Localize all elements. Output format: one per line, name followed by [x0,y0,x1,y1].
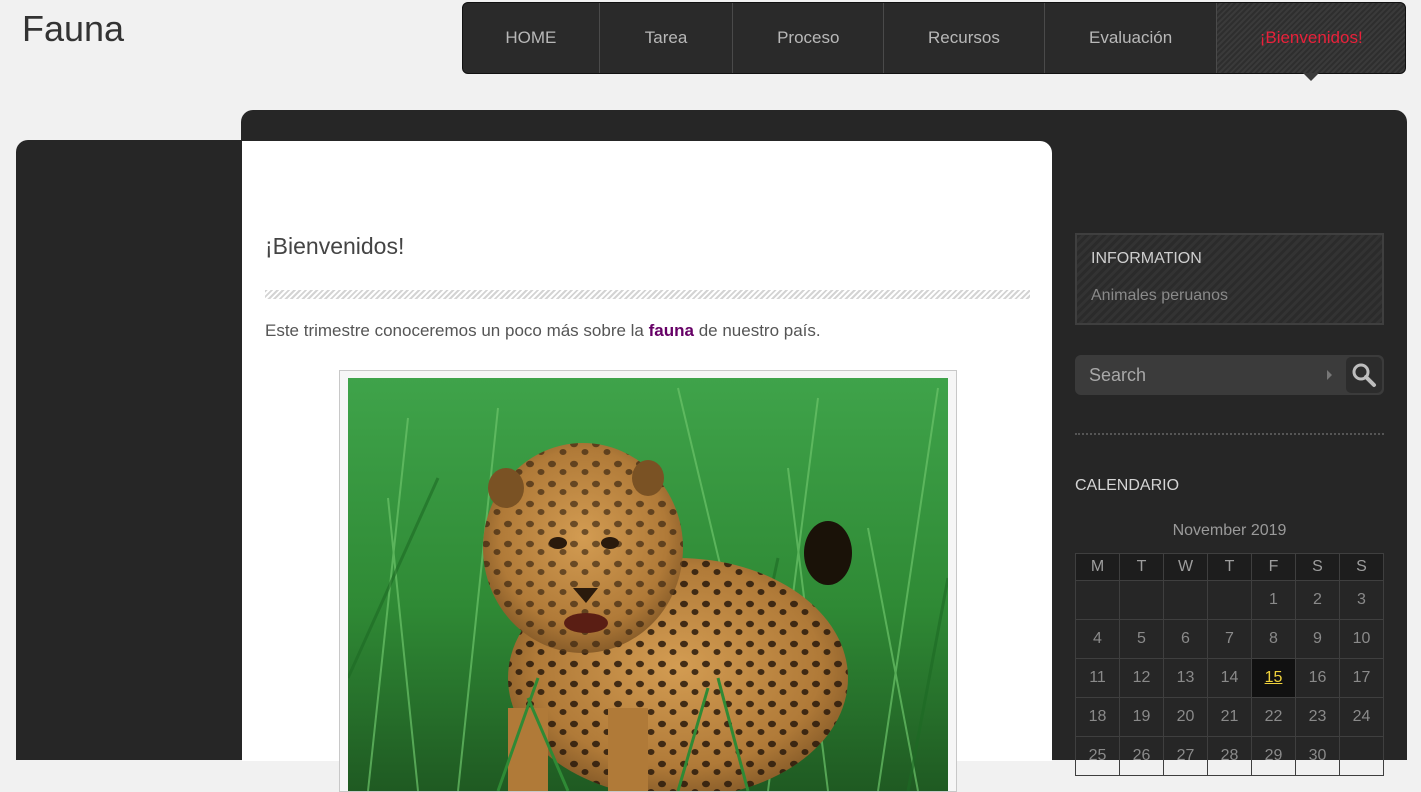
search-button[interactable] [1346,357,1382,393]
calendar-day: 16 [1295,658,1340,698]
calendar-day: 12 [1119,658,1164,698]
calendar-weekday-row: M T W T F S S [1075,553,1384,581]
main-nav: HOME Tarea Proceso Recursos Evaluación ¡… [462,2,1406,81]
search-input[interactable] [1075,355,1335,395]
calendar-day: 20 [1163,697,1208,737]
weekday-header: S [1295,553,1340,581]
calendar-table: M T W T F S S 1 2 3 4 5 6 7 8 9 10 11 12… [1075,553,1384,776]
calendar-day: 26 [1119,736,1164,776]
calendar-day: 1 [1251,580,1296,620]
calendar-day: 22 [1251,697,1296,737]
intro-paragraph: Este trimestre conoceremos un poco más s… [265,321,821,341]
calendar-week-row: 4 5 6 7 8 9 10 [1075,619,1384,659]
weekday-header: F [1251,553,1296,581]
calendar-week-row: 1 2 3 [1075,580,1384,620]
calendar-day: 6 [1163,619,1208,659]
intro-text-before: Este trimestre conoceremos un poco más s… [265,321,649,340]
weekday-header: S [1339,553,1384,581]
content-panel: ¡Bienvenidos! Este trimestre conoceremos… [242,141,1052,792]
calendar-day: 17 [1339,658,1384,698]
calendar-day: 25 [1075,736,1120,776]
calendar-title: CALENDARIO [1075,477,1180,494]
calendar-day: 8 [1251,619,1296,659]
page-heading: ¡Bienvenidos! [265,233,405,259]
calendar-day: 23 [1295,697,1340,737]
calendar-day [1339,736,1384,776]
calendar-day [1119,580,1164,620]
calendar-week-row: 25 26 27 28 29 30 [1075,736,1384,776]
heading-divider [265,290,1030,299]
calendar-day: 14 [1207,658,1252,698]
jaguar-photo [339,370,957,792]
jaguar-image [348,378,948,791]
calendar-day: 30 [1295,736,1340,776]
intro-text-after: de nuestro país. [693,321,821,340]
calendar-day: 4 [1075,619,1120,659]
calendar-day: 19 [1119,697,1164,737]
calendar-week-row: 11 12 13 14 15 16 17 [1075,658,1384,698]
nav-item-proceso[interactable]: Proceso [733,3,885,73]
calendar-day [1207,580,1252,620]
calendar-caption: November 2019 [1172,522,1287,539]
search-arrow-icon [1327,370,1332,380]
calendar-day: 21 [1207,697,1252,737]
weekday-header: T [1119,553,1164,581]
information-title: INFORMATION [1091,250,1202,267]
calendar-day: 11 [1075,658,1120,698]
calendar-day [1075,580,1120,620]
information-widget: INFORMATION Animales peruanos [1075,233,1384,325]
weekday-header: M [1075,553,1120,581]
calendar-day: 5 [1119,619,1164,659]
search-form [1075,355,1384,395]
weekday-header: T [1207,553,1252,581]
nav-item-bienvenidos[interactable]: ¡Bienvenidos! [1217,3,1405,81]
left-dark-panel [16,140,256,760]
calendar-day-today-link[interactable]: 15 [1251,658,1296,698]
nav-item-tarea[interactable]: Tarea [600,3,734,73]
calendar-day: 10 [1339,619,1384,659]
calendar-week-row: 18 19 20 21 22 23 24 [1075,697,1384,737]
nav-item-recursos[interactable]: Recursos [884,3,1045,73]
nav-item-evaluacion[interactable]: Evaluación [1045,3,1218,73]
nav-item-home[interactable]: HOME [463,3,600,73]
calendar-day [1163,580,1208,620]
calendar-day: 13 [1163,658,1208,698]
calendar-day: 9 [1295,619,1340,659]
fauna-link[interactable]: fauna [649,321,694,340]
search-icon [1352,363,1376,387]
calendar-day: 7 [1207,619,1252,659]
calendar-day: 27 [1163,736,1208,776]
sidebar-separator [1075,433,1384,435]
calendar-day: 2 [1295,580,1340,620]
calendar-day: 28 [1207,736,1252,776]
calendar-day: 18 [1075,697,1120,737]
weekday-header: W [1163,553,1208,581]
calendar-day: 3 [1339,580,1384,620]
calendar-day: 29 [1251,736,1296,776]
calendar-day: 24 [1339,697,1384,737]
information-text: Animales peruanos [1091,287,1228,304]
site-title[interactable]: Fauna [22,8,124,50]
